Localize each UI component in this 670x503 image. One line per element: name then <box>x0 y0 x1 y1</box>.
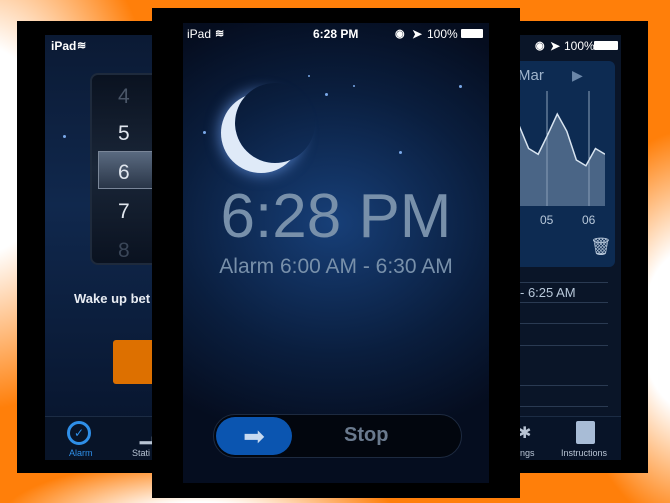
wifi-icon: ≋ <box>77 40 87 52</box>
next-arrow-icon[interactable]: ▶ <box>572 67 583 84</box>
picker-value[interactable]: 5 <box>118 122 130 146</box>
gear-icon[interactable]: ✱ <box>518 423 531 443</box>
tab-settings[interactable]: ngs <box>520 448 535 458</box>
center-device: iPad ≋ 6:28 PM ◉ ➤ 100% 6:28 PM Alarm 6:… <box>152 8 520 498</box>
tab-instructions[interactable]: Instructions <box>561 448 607 458</box>
alarm-window: Alarm 6:00 AM - 6:30 AM <box>219 255 453 278</box>
rotation-lock-icon: ◉ <box>535 40 545 52</box>
stop-slider[interactable]: ➡ Stop <box>213 414 462 458</box>
status-bar: iPad ≋ 6:28 PM ◉ ➤ 100% <box>183 23 489 43</box>
moon-icon <box>235 83 315 163</box>
trash-icon[interactable]: 🗑 <box>590 237 612 257</box>
picker-value[interactable]: 7 <box>118 200 130 224</box>
picker-value[interactable]: 8 <box>118 239 130 263</box>
book-icon[interactable] <box>576 421 595 444</box>
location-icon: ➤ <box>550 39 561 53</box>
arrow-right-icon: ➡ <box>243 421 265 451</box>
alarm-clock-icon[interactable]: ✓ <box>67 421 91 445</box>
left-device: iPad≋ 4 5 6 7 8 Wake up bet ✓ Alarm ▁▃▅ … <box>17 21 185 473</box>
location-icon: ➤ <box>412 27 423 41</box>
x-tick: 05 <box>540 213 554 227</box>
sleep-session-item[interactable]: - 6:25 AM <box>520 285 576 300</box>
x-tick: 06 <box>582 213 596 227</box>
battery-icon <box>594 41 618 50</box>
status-time: 6:28 PM <box>313 27 359 41</box>
rotation-lock-icon: ◉ <box>395 28 405 40</box>
tab-statistics[interactable]: Stati <box>132 448 150 458</box>
picker-value[interactable]: 4 <box>118 85 130 109</box>
picker-value-selected[interactable]: 6 <box>118 161 130 185</box>
slider-knob[interactable]: ➡ <box>216 417 292 455</box>
battery-percent: 100% <box>564 39 595 53</box>
device-label: iPad <box>187 27 212 41</box>
current-time: 6:28 PM <box>220 182 452 251</box>
sleep-screen: iPad ≋ 6:28 PM ◉ ➤ 100% 6:28 PM Alarm 6:… <box>183 23 489 483</box>
month-label: Mar <box>518 67 544 84</box>
battery-percent: 100% <box>427 27 458 41</box>
right-device: ◉ ➤ 100% Mar ▶ 05 06 🗑 - 6:25 AM ✱ ngs Ins… <box>500 21 648 473</box>
tab-alarm[interactable]: Alarm <box>69 448 93 458</box>
wake-up-text: Wake up bet <box>74 291 151 306</box>
stop-label: Stop <box>344 424 389 446</box>
device-label: iPad <box>51 39 77 53</box>
battery-icon <box>461 29 483 38</box>
wifi-icon: ≋ <box>215 28 225 40</box>
